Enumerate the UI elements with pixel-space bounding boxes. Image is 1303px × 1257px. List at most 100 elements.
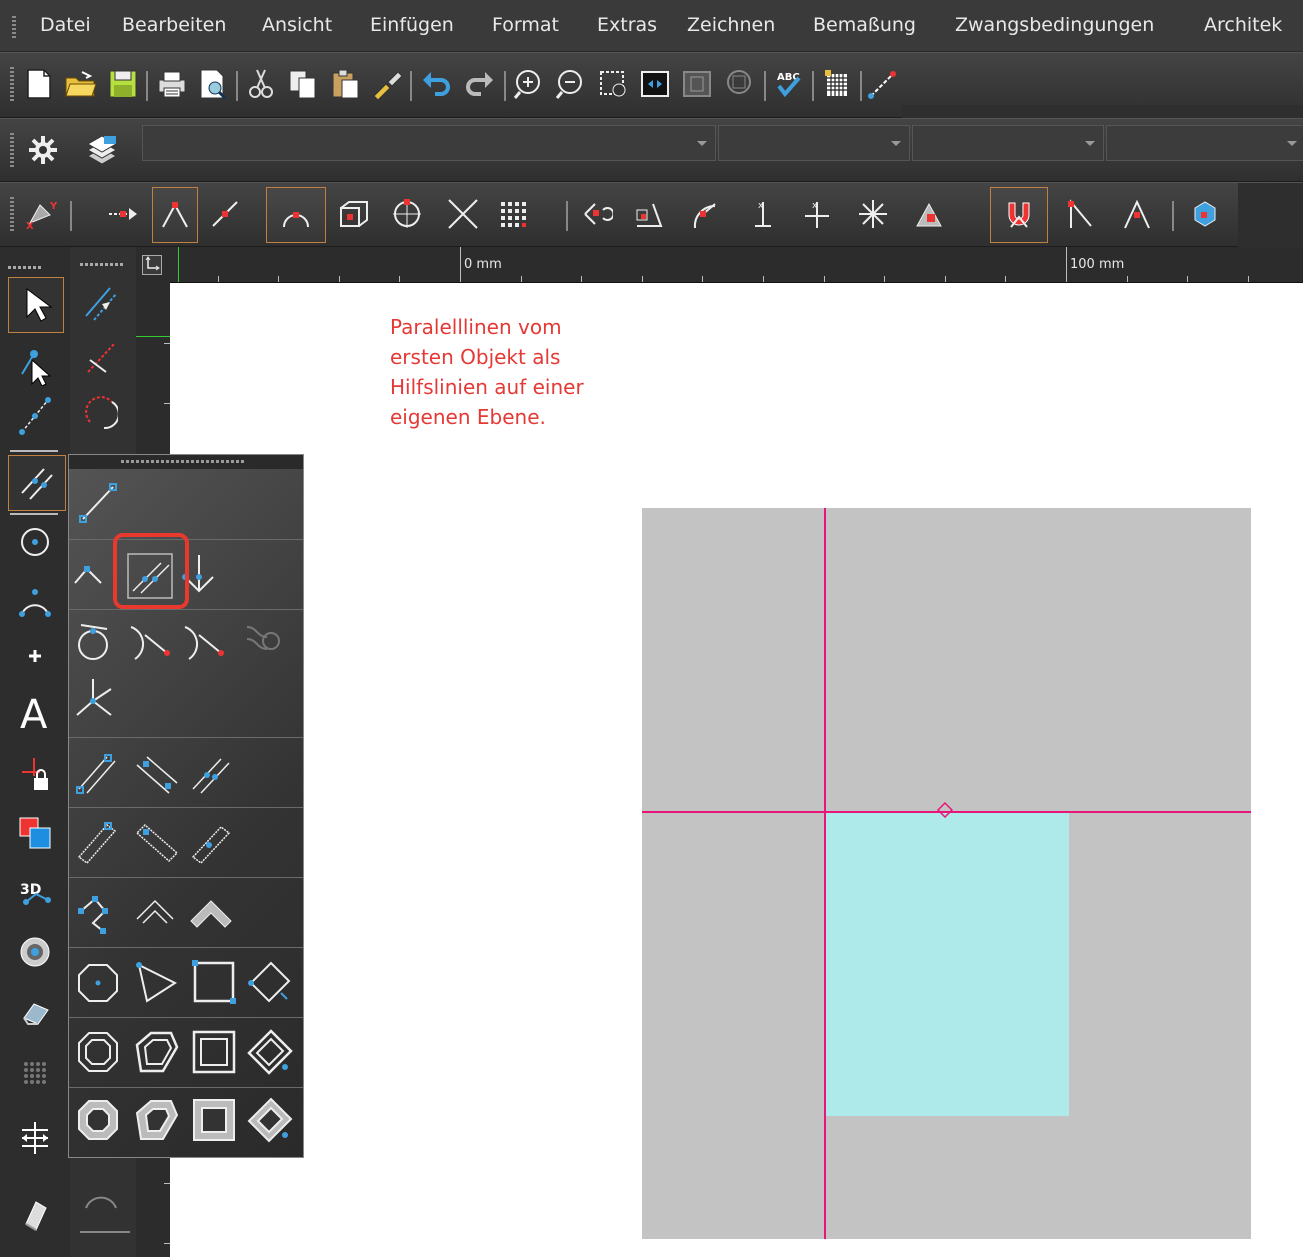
- menu-extras[interactable]: Extras: [597, 14, 657, 36]
- zoom-out-icon[interactable]: [554, 67, 588, 101]
- snap-tangent-icon[interactable]: [580, 197, 614, 231]
- tangent-circle-icon[interactable]: [69, 617, 119, 667]
- solid-3d-icon[interactable]: [10, 1189, 60, 1239]
- snap-endpoint-icon[interactable]: [152, 187, 198, 243]
- wall-rotated-rectangle-icon[interactable]: [245, 1095, 295, 1145]
- lineweight-combobox[interactable]: [1106, 125, 1303, 161]
- copy-icon[interactable]: [286, 67, 320, 101]
- snap-3d-icon[interactable]: [912, 197, 946, 231]
- print-icon[interactable]: [155, 67, 189, 101]
- zoom-page-icon[interactable]: [680, 67, 714, 101]
- cut-icon[interactable]: [244, 67, 278, 101]
- menu-bemassung[interactable]: Bemaßung: [813, 14, 916, 36]
- layer-combobox[interactable]: [142, 125, 716, 161]
- undo-icon[interactable]: [420, 67, 454, 101]
- grid-dots-icon[interactable]: [10, 1047, 60, 1097]
- menu-architektur[interactable]: Architek: [1204, 14, 1282, 36]
- zoom-in-icon[interactable]: [512, 67, 546, 101]
- parallel-offset-icon[interactable]: [76, 277, 126, 327]
- text-icon[interactable]: A: [10, 687, 60, 737]
- select-arrow-icon[interactable]: [8, 277, 64, 333]
- snap-grid-icon[interactable]: [496, 197, 530, 231]
- ruler-corner[interactable]: [136, 247, 170, 283]
- snap-magnet-icon[interactable]: [990, 187, 1048, 243]
- snap-perpendicular-icon[interactable]: [632, 197, 666, 231]
- wall-triangle-icon[interactable]: [131, 1095, 181, 1145]
- fill-color-icon[interactable]: [10, 807, 60, 857]
- menu-einfuegen[interactable]: Einfügen: [370, 14, 454, 36]
- layer-manager-icon[interactable]: [86, 133, 120, 167]
- menu-bearbeiten[interactable]: Bearbeiten: [122, 14, 226, 36]
- ucs-origin-icon[interactable]: [142, 255, 162, 275]
- double-triangle-icon[interactable]: [131, 1027, 181, 1077]
- dimension-icon[interactable]: [10, 1113, 60, 1163]
- triangle-icon[interactable]: [131, 957, 181, 1007]
- spell-check-icon[interactable]: ABC: [772, 67, 806, 101]
- toolbar-grip[interactable]: [80, 263, 124, 266]
- new-file-icon[interactable]: [22, 67, 56, 101]
- menu-zeichnen[interactable]: Zeichnen: [687, 14, 775, 36]
- wall-perp-icon[interactable]: [131, 817, 181, 867]
- menu-format[interactable]: Format: [492, 14, 559, 36]
- arc-trim-icon[interactable]: [76, 387, 126, 437]
- paste-icon[interactable]: [328, 67, 362, 101]
- open-folder-icon[interactable]: [64, 67, 98, 101]
- eraser-block-icon[interactable]: [10, 987, 60, 1037]
- tangent-chain-disabled-icon[interactable]: [237, 617, 287, 667]
- snap-intersection-icon[interactable]: [446, 197, 480, 231]
- arc-icon[interactable]: [10, 573, 60, 623]
- rectangle-icon[interactable]: [189, 957, 239, 1007]
- zoom-realtime-icon[interactable]: [722, 67, 756, 101]
- wall-parallel-icon[interactable]: [187, 817, 237, 867]
- flyout-titlebar[interactable]: [69, 455, 303, 469]
- lock-constraint-icon[interactable]: [10, 749, 60, 799]
- toolbar-grip[interactable]: [10, 197, 14, 233]
- cylinder-view-icon[interactable]: [10, 927, 60, 977]
- snap-arc-icon[interactable]: [688, 197, 722, 231]
- hatch-pattern-icon[interactable]: [820, 67, 854, 101]
- wall-line-icon[interactable]: [73, 817, 123, 867]
- measure-distance-icon[interactable]: [866, 67, 900, 101]
- 3d-object-icon[interactable]: 3D: [10, 867, 60, 917]
- snap-object-3d-icon[interactable]: [1186, 197, 1220, 231]
- select-edit-icon[interactable]: [10, 341, 60, 391]
- snap-polar-icon[interactable]: [1064, 197, 1098, 231]
- wall-polyline-icon[interactable]: [187, 887, 237, 937]
- toolbar-grip[interactable]: [10, 67, 14, 103]
- double-rotated-rectangle-icon[interactable]: [245, 1027, 295, 1077]
- wall-rectangle-icon[interactable]: [189, 1095, 239, 1145]
- bisector-line-icon[interactable]: [69, 673, 119, 723]
- double-rectangle-icon[interactable]: [189, 1027, 239, 1077]
- double-polyline-icon[interactable]: [131, 887, 181, 937]
- snap-settings-icon[interactable]: YX: [24, 197, 58, 231]
- double-polygon-icon[interactable]: [73, 1027, 123, 1077]
- menubar-grip[interactable]: [12, 16, 16, 38]
- menu-datei[interactable]: Datei: [40, 14, 91, 36]
- menu-ansicht[interactable]: Ansicht: [262, 14, 332, 36]
- snap-angle-icon[interactable]: [1120, 197, 1154, 231]
- linetype-combobox[interactable]: [912, 125, 1104, 161]
- snap-point-on-icon[interactable]: x: [746, 197, 780, 231]
- zoom-window-icon[interactable]: [596, 67, 630, 101]
- snap-quadrant-icon[interactable]: [390, 197, 424, 231]
- angle-line-icon[interactable]: [69, 551, 119, 601]
- polygon-center-icon[interactable]: [73, 957, 123, 1007]
- settings-gear-icon[interactable]: [26, 133, 60, 167]
- toolbar-grip[interactable]: [10, 133, 14, 169]
- polyline-icon[interactable]: [73, 887, 123, 937]
- color-combobox[interactable]: [718, 125, 910, 161]
- snap-relative-icon[interactable]: [106, 197, 140, 231]
- line-draw-icon[interactable]: [10, 391, 60, 441]
- wall-polygon-icon[interactable]: [73, 1095, 123, 1145]
- rotated-rectangle-icon[interactable]: [245, 957, 295, 1007]
- save-icon[interactable]: [106, 67, 140, 101]
- double-line-icon[interactable]: [73, 749, 123, 799]
- double-line-parallel-icon[interactable]: [187, 749, 237, 799]
- point-icon[interactable]: [10, 631, 60, 681]
- flyout-grip[interactable]: [121, 460, 245, 463]
- trim-line-icon[interactable]: [76, 333, 126, 383]
- parallel-line-group-icon[interactable]: [8, 455, 66, 511]
- menu-zwangsbedingungen[interactable]: Zwangsbedingungen: [955, 14, 1154, 36]
- guide-line-vertical[interactable]: [824, 508, 826, 1239]
- snap-box-icon[interactable]: [336, 197, 370, 231]
